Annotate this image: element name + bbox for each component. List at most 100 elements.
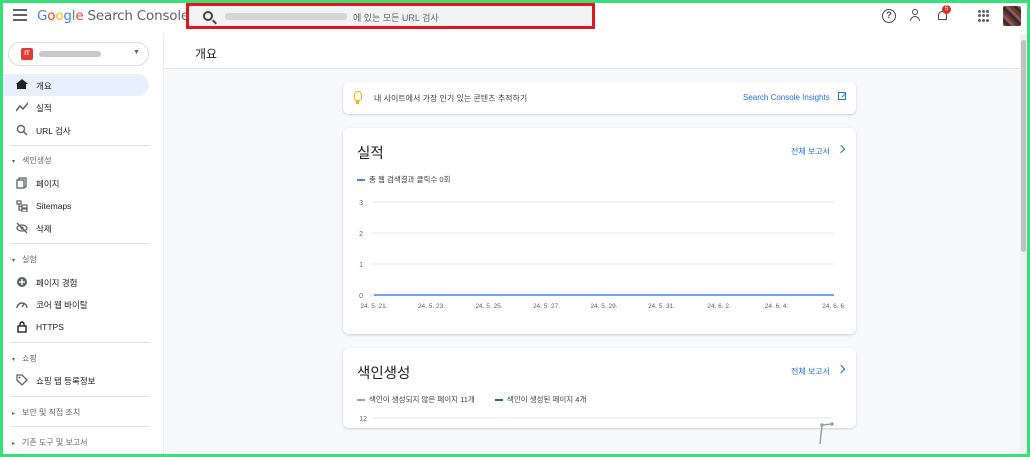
scrollbar-thumb[interactable] (1021, 40, 1026, 252)
page-title: 개요 (195, 47, 218, 61)
section-title: 쇼핑 (22, 354, 37, 363)
insights-link[interactable]: Search Console Insights (743, 93, 830, 102)
series-line-not-indexed (819, 423, 833, 444)
lock-icon (16, 321, 28, 333)
sidebar-item-label: 삭제 (36, 224, 52, 234)
x-tick-label: 24. 5. 29. (590, 303, 617, 310)
sidebar-item-label: URL 검사 (36, 126, 71, 136)
indexing-card: 색인생성 전체 보고서 색인이 생성되지 않은 페이지 11개 색인이 생성된 … (343, 348, 856, 444)
legend-label: 색인이 생성된 페이지 4개 (506, 395, 587, 404)
legend-swatch (494, 399, 503, 402)
help-icon[interactable]: ? (882, 9, 896, 23)
sidebar-item-shopping-tab[interactable]: 쇼핑 탭 등록정보 (0, 369, 149, 391)
pages-icon (16, 177, 28, 189)
sidebar-item-label: 실적 (36, 103, 52, 113)
card-title: 색인생성 (357, 366, 411, 382)
y-tick-label: 2 (359, 231, 363, 238)
performance-chart: 3 2 1 0 24. 5. 21. 24. 5. 23. 24. 5. 25. 24. 5.… (359, 200, 846, 310)
legend-label: 총 웹 검색결과 클릭수 0회 (369, 175, 451, 184)
sidebar-item-label: 쇼핑 탭 등록정보 (36, 376, 96, 386)
sidebar-item-label: HTTPS (36, 322, 64, 332)
section-indexing[interactable]: ▾ 색인생성 (12, 155, 51, 166)
property-selector[interactable]: IT ▼ (8, 42, 149, 66)
indexing-chart: 12 (359, 416, 834, 444)
y-tick-label: 12 (359, 416, 367, 423)
menu-icon[interactable] (13, 9, 27, 23)
sidebar-item-performance[interactable]: 실적 (0, 96, 149, 118)
scrollbar[interactable] (1020, 34, 1027, 457)
eye-off-icon (16, 222, 28, 234)
x-tick-label: 24. 5. 31. (648, 303, 675, 310)
logo-letter: g (63, 8, 72, 24)
sidebar-item-removals[interactable]: 삭제 (0, 217, 149, 239)
sidebar-item-label: 페이지 경험 (36, 278, 78, 288)
section-title: 기존 도구 및 보고서 (22, 438, 88, 447)
notification-badge: 5 (942, 5, 951, 14)
trending-icon (16, 101, 28, 113)
sidebar-item-label: 페이지 (36, 179, 60, 189)
avatar[interactable] (1003, 6, 1021, 26)
y-tick-label: 3 (359, 200, 363, 207)
sidebar-item-label: 코어 웹 바이탈 (36, 300, 88, 310)
chevron-right-icon[interactable] (836, 144, 846, 154)
section-legacy-tools[interactable]: ▸ 기존 도구 및 보고서 (12, 437, 88, 448)
chart-legend[interactable]: 색인이 생성되지 않은 페이지 11개 색인이 생성된 페이지 4개 (357, 394, 604, 405)
x-tick-label: 24. 5. 27. (533, 303, 560, 310)
x-tick-label: 24. 5. 23. (418, 303, 445, 310)
sidebar-item-url-inspection[interactable]: URL 검사 (0, 119, 149, 141)
main-content: 개요 내 사이트에서 가장 인기 있는 콘텐츠 추적하기 Search Cons… (163, 34, 1021, 457)
speed-icon (16, 298, 28, 310)
legend-item-not-indexed[interactable]: 색인이 생성되지 않은 페이지 11개 (357, 394, 475, 405)
sidebar: IT ▼ 개요 실적 URL 검사 ▾ 색인생성 페이지 Sitemaps 삭제 … (0, 34, 163, 457)
sidebar-item-sitemaps[interactable]: Sitemaps (0, 195, 149, 217)
chevron-right-icon[interactable] (836, 364, 846, 374)
divider (10, 243, 150, 244)
divider (10, 342, 150, 343)
apps-icon[interactable] (978, 10, 990, 22)
redacted-domain (225, 13, 347, 20)
x-tick-label: 24. 6. 4. (765, 303, 789, 310)
x-tick-label: 24. 5. 25. (475, 303, 502, 310)
sidebar-item-label: Sitemaps (36, 201, 72, 211)
sidebar-item-label: 개요 (36, 81, 52, 91)
legend-swatch (357, 179, 365, 182)
tip-text: 내 사이트에서 가장 인기 있는 콘텐츠 추적하기 (374, 94, 528, 103)
sidebar-item-pages[interactable]: 페이지 (0, 172, 149, 194)
x-tick-label: 24. 6. 2. (707, 303, 731, 310)
legend-label: 색인이 생성되지 않은 페이지 11개 (369, 395, 475, 404)
page-header: 개요 (164, 34, 1021, 69)
divider (10, 145, 150, 146)
sidebar-item-page-experience[interactable]: 페이지 경험 (0, 271, 149, 293)
sidebar-item-https[interactable]: HTTPS (0, 316, 149, 338)
legend-item-indexed[interactable]: 색인이 생성된 페이지 4개 (494, 394, 587, 405)
sidebar-item-core-web-vitals[interactable]: 코어 웹 바이탈 (0, 293, 149, 315)
x-tick-label: 24. 6. 6. (822, 303, 846, 310)
card-title: 실적 (357, 146, 384, 162)
y-tick-label: 1 (359, 262, 363, 269)
url-inspect-search-input[interactable]: 에 있는 모든 URL 검사 (186, 3, 595, 29)
insights-tip-card: 내 사이트에서 가장 인기 있는 콘텐츠 추적하기 Search Console… (343, 82, 856, 114)
full-report-link[interactable]: 전체 보고서 (791, 146, 830, 157)
section-title: 색인생성 (22, 156, 52, 165)
full-report-link[interactable]: 전체 보고서 (791, 366, 830, 377)
lightbulb-icon (354, 91, 362, 104)
top-app-bar: Google Search Console 에 있는 모든 URL 검사 ? 5 (0, 0, 1030, 34)
section-experience[interactable]: ▾ 실험 (12, 254, 37, 265)
tag-icon (16, 374, 28, 386)
section-shopping[interactable]: ▾ 쇼핑 (12, 353, 37, 364)
user-settings-icon[interactable] (909, 9, 923, 23)
sidebar-item-overview[interactable]: 개요 (0, 74, 149, 96)
search-placeholder: 에 있는 모든 URL 검사 (353, 13, 439, 23)
search-icon (16, 124, 28, 136)
experience-icon (16, 276, 28, 288)
product-name: Search Console (87, 8, 190, 24)
search-icon (203, 11, 213, 21)
app-logo[interactable]: Google Search Console (37, 8, 189, 24)
section-title: 보안 및 직접 조치 (22, 408, 81, 417)
section-title: 실험 (22, 255, 37, 264)
logo-letter: e (75, 8, 84, 24)
redacted-property-name (39, 51, 101, 57)
data-point (830, 422, 834, 426)
section-security[interactable]: ▸ 보안 및 직접 조치 (12, 407, 80, 418)
open-in-new-icon[interactable] (838, 92, 846, 100)
